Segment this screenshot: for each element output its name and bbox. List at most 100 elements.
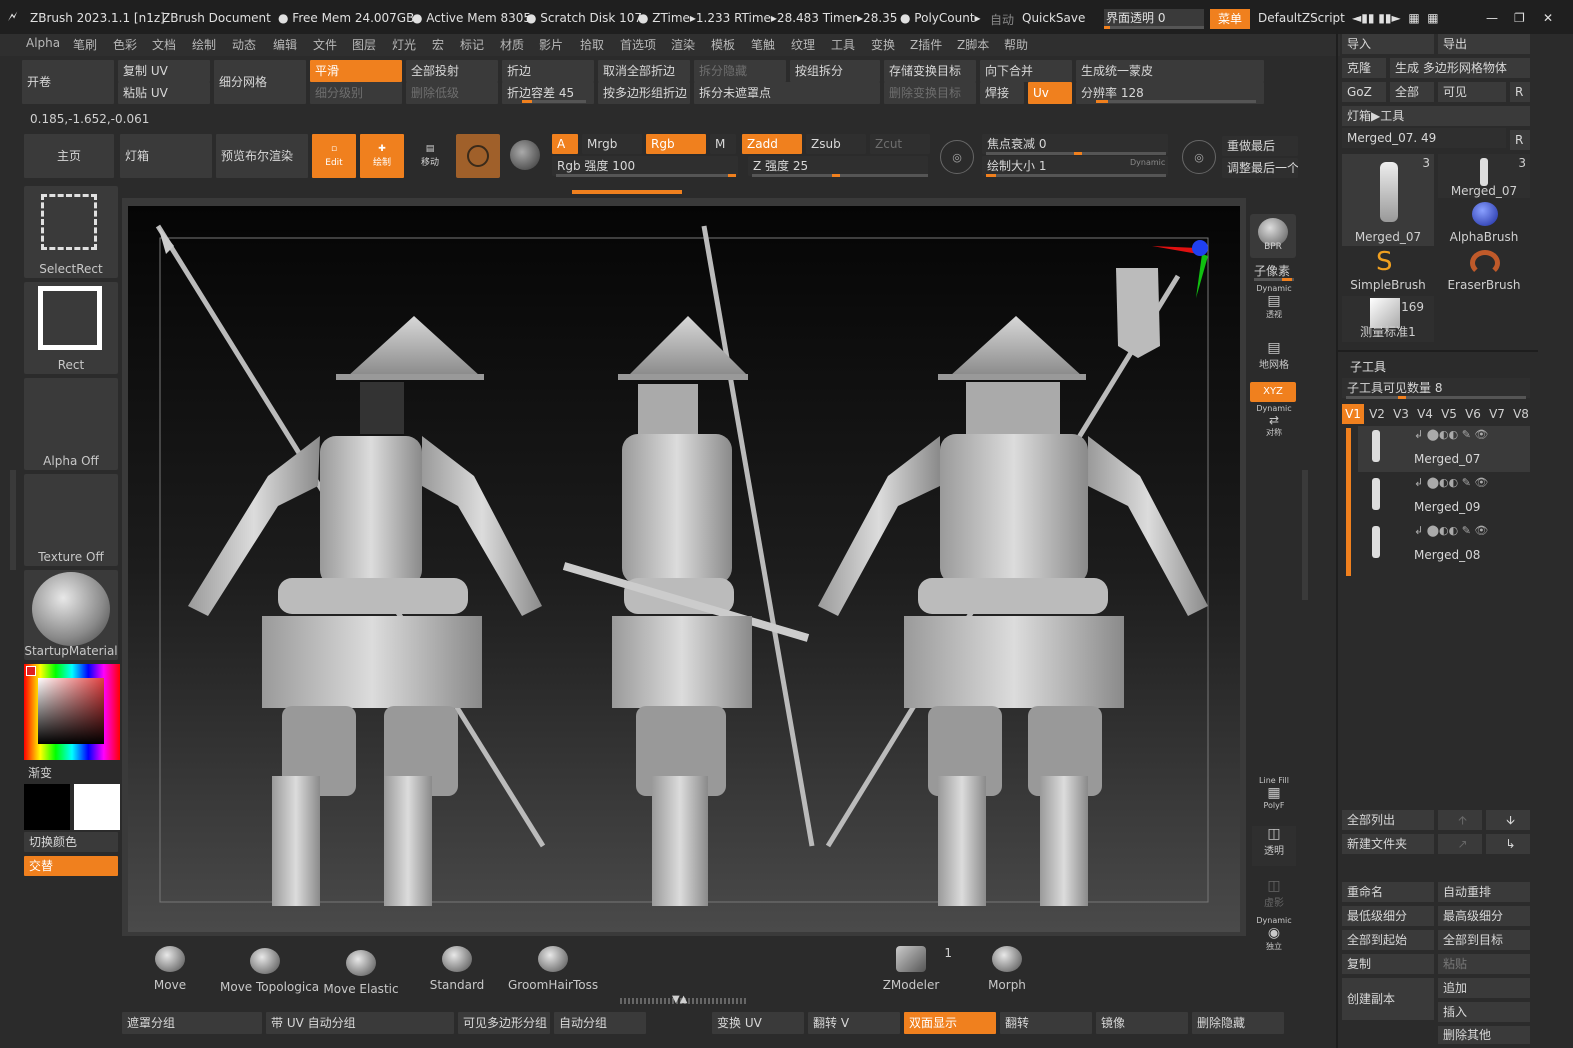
current-tool-slider[interactable]: Merged_07. 49: [1342, 128, 1506, 148]
uncrease-all-button[interactable]: 取消全部折边: [598, 60, 690, 82]
tool-thumb-measure[interactable]: 169 测量标准1: [1342, 296, 1434, 342]
home-button[interactable]: 主页: [24, 134, 114, 178]
menu-item[interactable]: 宏: [432, 36, 444, 53]
menu-item[interactable]: 编辑: [273, 36, 297, 53]
brush-standard[interactable]: Standard: [412, 942, 502, 992]
menu-item[interactable]: 拾取: [580, 36, 604, 53]
lightbox-button[interactable]: 灯箱: [120, 134, 212, 178]
tool-r-button[interactable]: R: [1510, 130, 1530, 150]
scale-button[interactable]: [456, 134, 500, 178]
tool-thumb-merged07-main[interactable]: 3 Merged_07: [1342, 154, 1434, 246]
adjust-last-button[interactable]: 调整最后一个: [1222, 158, 1298, 178]
linefill-button[interactable]: Line Fill ▦ PolyF: [1252, 776, 1296, 816]
unroll-button[interactable]: 开卷: [22, 60, 114, 104]
focal-shift-track[interactable]: [986, 152, 1166, 155]
r-button[interactable]: R: [1510, 82, 1530, 102]
mask-groups-button[interactable]: 遮罩分组: [122, 1012, 262, 1034]
all-high-button[interactable]: 全部到目标: [1438, 930, 1530, 950]
copy-uv-button[interactable]: 复制 UV: [118, 60, 210, 82]
highest-subdiv-button[interactable]: 最高级细分: [1438, 906, 1530, 926]
smooth-toggle[interactable]: 平滑: [310, 60, 402, 82]
color-square[interactable]: [38, 678, 104, 744]
menu-item[interactable]: 标记: [460, 36, 484, 53]
divide-button[interactable]: 细分网格: [214, 60, 306, 104]
selectrect-tool[interactable]: SelectRect: [24, 186, 118, 278]
vtab-6[interactable]: V6: [1462, 404, 1484, 424]
menu-item[interactable]: 工具: [831, 36, 855, 53]
subtool-icons[interactable]: ↲ ⬤◐◐ ✎ 👁: [1414, 476, 1488, 489]
move-up-icon[interactable]: 🡩: [1438, 810, 1482, 830]
menu-item[interactable]: 影片: [539, 36, 563, 53]
rgb-intensity-slider[interactable]: Rgb 强度 100: [552, 156, 738, 176]
visible-count-track[interactable]: [1346, 396, 1526, 399]
minimize-icon[interactable]: —: [1486, 11, 1498, 25]
subtool-row-merged07[interactable]: ↲ ⬤◐◐ ✎ 👁 Merged_07: [1358, 426, 1530, 472]
a-toggle[interactable]: A: [552, 134, 578, 154]
weld-button[interactable]: 焊接: [980, 82, 1024, 104]
menu-item[interactable]: 动态: [232, 36, 256, 53]
menu-item[interactable]: 文档: [152, 36, 176, 53]
focal-shift-slider[interactable]: 焦点衰减 0: [982, 134, 1168, 154]
menu-item[interactable]: Z插件: [910, 36, 942, 53]
goz-button[interactable]: GoZ: [1342, 82, 1386, 102]
menu-item[interactable]: Z脚本: [957, 36, 989, 53]
unified-skin-button[interactable]: 生成统一蒙皮: [1076, 60, 1264, 82]
double-side-toggle[interactable]: 双面显示: [904, 1012, 996, 1034]
layout-icons[interactable]: ◄▮▮ ▮▮► ▦ ▦: [1352, 11, 1439, 25]
duplicate-button[interactable]: 复制: [1342, 954, 1434, 974]
z-intensity-track[interactable]: [752, 174, 928, 177]
folder-up-icon[interactable]: ↗: [1438, 834, 1482, 854]
split-hidden-button[interactable]: 拆分隐藏: [694, 60, 786, 82]
left-scroll-handle[interactable]: [10, 470, 16, 570]
menu-item[interactable]: 笔触: [751, 36, 775, 53]
rename-button[interactable]: 重命名: [1342, 882, 1434, 902]
uv-toggle[interactable]: Uv: [1028, 82, 1072, 104]
crease-button[interactable]: 折边: [502, 60, 594, 82]
tool-thumb-simplebrush[interactable]: S SimpleBrush: [1342, 248, 1434, 294]
make-copy-button[interactable]: 创建副本: [1342, 978, 1434, 1020]
tool-thumb-alphabrush[interactable]: AlphaBrush: [1438, 200, 1530, 246]
brush-move-elastic[interactable]: Move Elastic: [316, 946, 406, 996]
visible-button[interactable]: 可见: [1438, 82, 1506, 102]
lazy-mouse-icon[interactable]: ◎: [940, 140, 974, 174]
vtab-7[interactable]: V7: [1486, 404, 1508, 424]
mirror-button[interactable]: 镜像: [1096, 1012, 1188, 1034]
subtool-icons[interactable]: ↲ ⬤◐◐ ✎ 👁: [1414, 428, 1488, 441]
resolution-track[interactable]: [1096, 100, 1256, 103]
del-lower-button[interactable]: 删除低级: [406, 82, 498, 104]
del-morph-button[interactable]: 删除变换目标: [884, 82, 976, 104]
main-color-swatch[interactable]: [24, 784, 70, 830]
lightbox-tool-button[interactable]: 灯箱▶工具: [1342, 106, 1530, 126]
transparency-button[interactable]: ◫ 透明: [1252, 826, 1296, 866]
rgb-toggle[interactable]: Rgb: [646, 134, 706, 154]
symmetry-button[interactable]: Dynamic ⇄ 对称: [1252, 404, 1296, 444]
preview-bool-button[interactable]: 预览布尔渲染: [216, 134, 308, 178]
close-icon[interactable]: ✕: [1543, 11, 1553, 25]
mrgb-toggle[interactable]: Mrgb: [582, 134, 642, 154]
subtool-row-merged09[interactable]: ↲ ⬤◐◐ ✎ 👁 Merged_09: [1358, 474, 1530, 520]
menu-item[interactable]: 文件: [313, 36, 337, 53]
rgb-intensity-track[interactable]: [556, 174, 736, 177]
perspective-button[interactable]: Dynamic ▤ 透视: [1252, 284, 1296, 324]
bpr-button[interactable]: BPR: [1250, 214, 1296, 258]
del-hidden-button[interactable]: 删除隐藏: [1192, 1012, 1284, 1034]
menu-item[interactable]: 纹理: [791, 36, 815, 53]
draw-size-track[interactable]: [986, 174, 1166, 177]
rotate-icon[interactable]: [510, 140, 540, 170]
transparency-track[interactable]: [1104, 26, 1204, 29]
menu-item[interactable]: 图层: [352, 36, 376, 53]
color-picker[interactable]: [24, 664, 120, 760]
ghost-button[interactable]: ◫ 虚影: [1252, 878, 1296, 914]
polycount[interactable]: ● PolyCount▸: [900, 11, 981, 25]
export-button[interactable]: 导出: [1438, 34, 1530, 54]
import-button[interactable]: 导入: [1342, 34, 1434, 54]
z-intensity-slider[interactable]: Z 强度 25: [748, 156, 928, 176]
paste-uv-button[interactable]: 粘贴 UV: [118, 82, 210, 104]
menu-item[interactable]: 帮助: [1004, 36, 1028, 53]
zsub-toggle[interactable]: Zsub: [806, 134, 866, 154]
default-zscript[interactable]: DefaultZScript: [1258, 11, 1345, 25]
floor-button[interactable]: ▤ 地网格: [1252, 340, 1296, 376]
merge-down-button[interactable]: 向下合并: [980, 60, 1072, 82]
split-unmasked-button[interactable]: 拆分未遮罩点: [694, 82, 880, 104]
xyz-toggle[interactable]: XYZ: [1250, 382, 1296, 402]
